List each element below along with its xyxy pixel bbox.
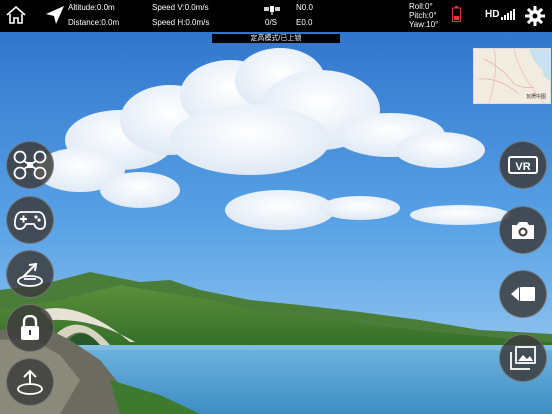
gamepad-button[interactable]: [6, 196, 54, 244]
gamepad-icon: [14, 211, 46, 230]
camera-icon: [512, 222, 534, 239]
vr-button[interactable]: VR: [499, 141, 547, 189]
speed-v-readout: Speed V:0.0m/s: [152, 3, 209, 12]
east-coordinate: E0.0: [296, 18, 313, 27]
video-icon: [511, 287, 535, 301]
camera-button[interactable]: [499, 206, 547, 254]
home-return-icon: [17, 369, 43, 395]
return-home-button[interactable]: [6, 358, 54, 406]
lock-button[interactable]: [6, 304, 54, 352]
hd-label: HD: [485, 9, 500, 20]
video-button[interactable]: [499, 270, 547, 318]
distance-readout: Distance:0.0m: [68, 18, 120, 27]
svg-text:VR: VR: [515, 161, 530, 173]
gps-satellite-count: 0/S: [265, 18, 278, 27]
direction-arrow-icon: [44, 4, 66, 28]
takeoff-land-button[interactable]: [6, 250, 54, 298]
vr-icon: VR: [508, 156, 538, 174]
roll-readout: Roll:0°: [409, 2, 433, 11]
altitude-readout: Altitude:0.0m: [68, 3, 115, 12]
telemetry-bar: Altitude:0.0m Distance:0.0m Speed V:0.0m…: [0, 0, 552, 32]
drone-icon: [13, 150, 47, 180]
speed-h-readout: Speed H:0.0m/s: [152, 18, 210, 27]
yaw-readout: Yaw:10°: [409, 20, 439, 29]
takeoff-land-icon: [17, 262, 43, 287]
minimap[interactable]: 瓦楞中图: [473, 48, 551, 104]
flight-mode-status: 定高模式/已上锁: [212, 34, 340, 43]
gallery-icon: [510, 346, 536, 370]
north-coordinate: N0.0: [296, 3, 313, 12]
satellite-icon: [264, 3, 280, 17]
home-icon[interactable]: [5, 5, 27, 27]
minimap-label: 瓦楞中图: [525, 94, 546, 100]
lock-icon: [21, 315, 39, 340]
drone-mode-button[interactable]: [6, 141, 54, 189]
camera-feed-background: [0, 0, 552, 414]
battery-icon: [452, 6, 461, 24]
signal-strength-icon: [501, 9, 515, 22]
gear-icon[interactable]: [525, 6, 545, 28]
pitch-readout: Pitch:0°: [409, 11, 437, 20]
gallery-button[interactable]: [499, 334, 547, 382]
